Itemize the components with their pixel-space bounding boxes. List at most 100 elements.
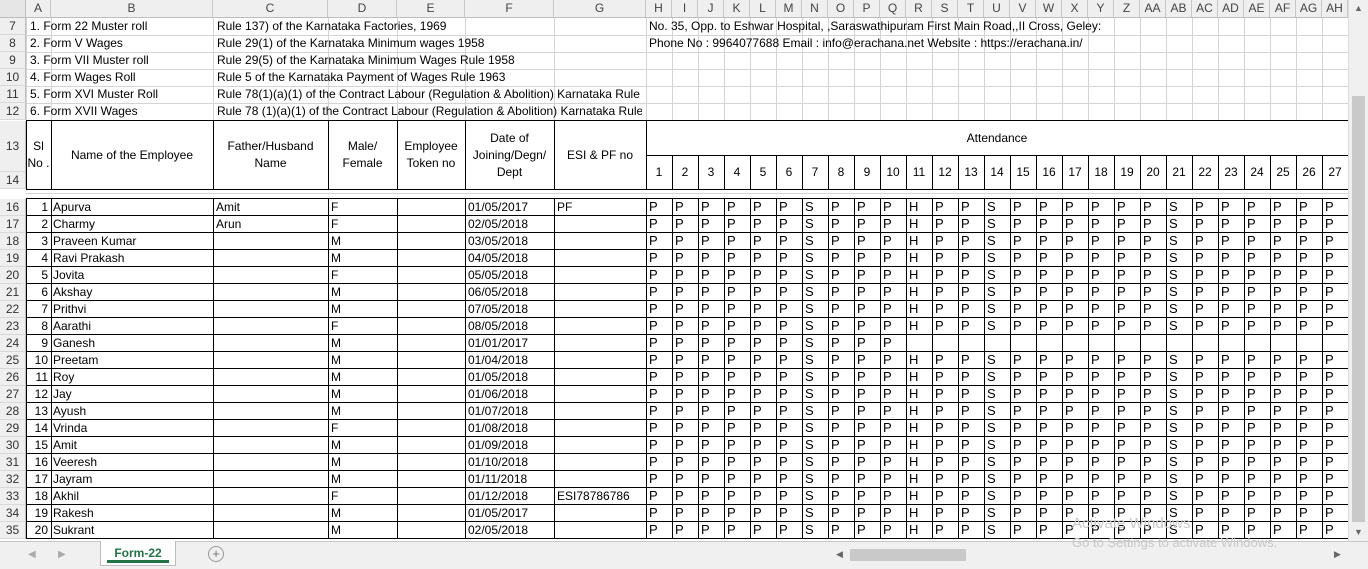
column-header[interactable]: Z [1114, 0, 1140, 17]
attendance-mark: H [909, 403, 919, 418]
column-header[interactable]: G [554, 0, 646, 17]
row-header[interactable]: 18 [0, 233, 26, 250]
column-header[interactable]: L [750, 0, 776, 17]
employee-name: Amit [53, 438, 77, 452]
row-header[interactable]: 20 [0, 267, 26, 284]
previous-sheet-arrow-icon[interactable]: ◀ [28, 549, 36, 560]
column-header[interactable]: P [854, 0, 880, 17]
row-header[interactable]: 16 [0, 199, 26, 216]
column-header[interactable]: O [828, 0, 854, 17]
table-border [984, 198, 985, 539]
column-header[interactable]: K [724, 0, 750, 17]
row-header[interactable]: 12 [0, 103, 26, 120]
gender: F [331, 421, 339, 435]
attendance-mark: S [1169, 301, 1178, 316]
next-sheet-arrow-icon[interactable]: ▶ [58, 549, 66, 560]
column-header[interactable]: AF [1270, 0, 1296, 17]
column-header[interactable]: AH [1322, 0, 1348, 17]
sheet-tab-form-22[interactable]: Form-22 [100, 541, 176, 566]
row-header[interactable]: 23 [0, 318, 26, 335]
scroll-down-arrow-icon[interactable]: ▼ [1354, 527, 1363, 537]
column-header[interactable]: T [958, 0, 984, 17]
row-header[interactable]: 9 [0, 52, 26, 69]
attendance-mark: P [649, 199, 658, 214]
row-header[interactable]: 8 [0, 35, 26, 52]
column-header[interactable]: W [1036, 0, 1062, 17]
column-header[interactable]: M [776, 0, 802, 17]
row-header[interactable]: 27 [0, 386, 26, 403]
column-header[interactable]: F [465, 0, 554, 17]
row-header[interactable]: 14 [0, 172, 26, 189]
column-header[interactable]: Y [1088, 0, 1114, 17]
column-header[interactable]: AE [1244, 0, 1270, 17]
row-header[interactable]: 17 [0, 216, 26, 233]
employee-name: Ravi Prakash [53, 251, 125, 265]
row-header[interactable]: 34 [0, 505, 26, 522]
attendance-mark: P [1325, 233, 1334, 248]
attendance-mark: P [1195, 369, 1204, 384]
row-header[interactable]: 33 [0, 488, 26, 505]
attendance-mark: P [1221, 216, 1230, 231]
attendance-mark: P [961, 233, 970, 248]
row-header[interactable]: 21 [0, 284, 26, 301]
row-header[interactable]: 7 [0, 18, 26, 35]
row-header[interactable]: 25 [0, 352, 26, 369]
column-header[interactable]: E [397, 0, 465, 17]
row-header[interactable]: 19 [0, 250, 26, 267]
date-of-joining: 03/05/2018 [468, 234, 529, 248]
column-header[interactable]: R [906, 0, 932, 17]
scroll-up-arrow-icon[interactable]: ▲ [1354, 3, 1363, 13]
column-header[interactable]: AG [1296, 0, 1322, 17]
attendance-mark: P [961, 318, 970, 333]
column-header[interactable]: B [51, 0, 213, 17]
column-header[interactable]: V [1010, 0, 1036, 17]
horizontal-scroll-thumb[interactable] [850, 549, 966, 561]
attendance-mark: S [805, 369, 814, 384]
row-header[interactable]: 31 [0, 454, 26, 471]
row-header[interactable]: 10 [0, 69, 26, 86]
select-all-corner[interactable] [0, 0, 26, 17]
row-header[interactable]: 22 [0, 301, 26, 318]
column-header[interactable]: AB [1166, 0, 1192, 17]
vertical-scroll-thumb[interactable] [1352, 96, 1365, 522]
column-header[interactable]: H [646, 0, 672, 17]
day-number-header: 8 [837, 165, 845, 179]
row-header[interactable]: 35 [0, 522, 26, 539]
column-header[interactable]: I [672, 0, 698, 17]
vertical-scrollbar[interactable]: ▲ ▼ [1348, 0, 1368, 541]
attendance-mark: P [753, 488, 762, 503]
column-header[interactable]: AC [1192, 0, 1218, 17]
column-header[interactable]: Q [880, 0, 906, 17]
column-header[interactable]: N [802, 0, 828, 17]
column-header[interactable]: J [698, 0, 724, 17]
scroll-right-arrow-icon[interactable]: ▶ [1334, 549, 1341, 560]
table-border [1140, 198, 1141, 539]
column-header[interactable]: D [328, 0, 397, 17]
row-header[interactable]: 11 [0, 86, 26, 103]
column-header[interactable]: AA [1140, 0, 1166, 17]
attendance-mark: P [1065, 488, 1074, 503]
row-header[interactable]: 30 [0, 437, 26, 454]
column-header[interactable]: X [1062, 0, 1088, 17]
plus-circle-icon[interactable]: + [208, 546, 224, 562]
column-header[interactable]: A [26, 0, 51, 17]
column-header[interactable]: S [932, 0, 958, 17]
row-header[interactable]: 26 [0, 369, 26, 386]
scroll-left-arrow-icon[interactable]: ◀ [836, 549, 843, 560]
attendance-mark: P [1325, 454, 1334, 469]
row-header[interactable]: 13 [0, 121, 26, 172]
row-header[interactable]: 29 [0, 420, 26, 437]
gender: M [331, 336, 341, 350]
row-header[interactable]: 28 [0, 403, 26, 420]
column-header[interactable]: U [984, 0, 1010, 17]
attendance-mark: P [1013, 250, 1022, 265]
column-header[interactable]: C [213, 0, 328, 17]
column-header[interactable]: AD [1218, 0, 1244, 17]
attendance-mark: P [1091, 488, 1100, 503]
row-header[interactable]: 32 [0, 471, 26, 488]
gender: M [331, 370, 341, 384]
attendance-mark: P [675, 233, 684, 248]
row-header[interactable]: 24 [0, 335, 26, 352]
attendance-mark: P [935, 352, 944, 367]
attendance-mark: P [675, 335, 684, 350]
